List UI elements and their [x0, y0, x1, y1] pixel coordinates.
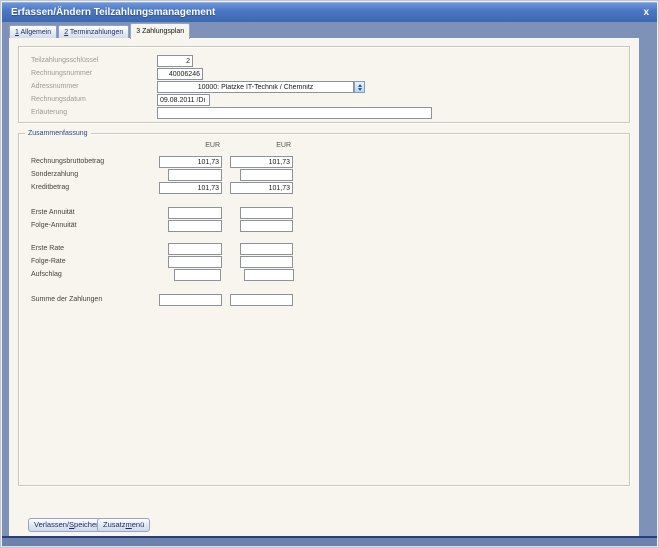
- rechnungsnummer-label: Rechnungsnummer: [31, 70, 93, 77]
- summary-row: Erste Annuität: [19, 207, 629, 220]
- zusammenfassung-group: Zusammenfassung EUR EUR Rechnungsbruttob…: [18, 129, 630, 486]
- sonderzahlung-label: Sonderzahlung: [31, 171, 79, 178]
- summe-der-zahlungen-input-col2[interactable]: [230, 294, 293, 306]
- form-row: Adressnummer: [19, 81, 629, 94]
- zusatzmenu-button[interactable]: Zusatzmenü: [97, 518, 151, 532]
- window-frame: 1 Allgemein 2 Terminzahlungen 3 Zahlungs…: [2, 22, 657, 536]
- summary-row: Sonderzahlung: [19, 169, 629, 182]
- tab-allgemein[interactable]: 1 Allgemein: [9, 25, 58, 39]
- adressnummer-input[interactable]: [157, 81, 354, 93]
- aufschlag-input-col1[interactable]: [174, 269, 221, 281]
- summary-row: Summe der Zahlungen: [19, 294, 629, 307]
- dialog-window: Erfassen/Ändern Teilzahlungsmanagement x…: [0, 0, 659, 548]
- tab-allgemein-label: Allgemein: [18, 29, 52, 36]
- erste-rate-input-col1[interactable]: [168, 243, 222, 255]
- rechnungsbruttobetrag-input-col1[interactable]: [159, 156, 222, 168]
- folge-rate-input-col1[interactable]: [168, 256, 222, 268]
- kreditbetrag-input-col2[interactable]: [230, 182, 293, 194]
- window-bottom-edge: [2, 536, 657, 546]
- button-row: Verlassen/Speichern Zusatzmenü: [9, 518, 639, 534]
- form-row: Teilzahlungsschlüssel: [19, 55, 629, 68]
- summary-row: Folge-Annuität: [19, 220, 629, 233]
- summe-der-zahlungen-label: Summe der Zahlungen: [31, 296, 103, 303]
- folge-annuitaet-input-col2[interactable]: [240, 220, 293, 232]
- tab-zahlungsplan-label: Zahlungsplan: [140, 28, 185, 35]
- rechnungsnummer-input[interactable]: [157, 68, 203, 80]
- summary-row: Aufschlag: [19, 269, 629, 282]
- sonderzahlung-input-col2[interactable]: [240, 169, 293, 181]
- kreditbetrag-input-col1[interactable]: [159, 182, 222, 194]
- currency-header-col2: EUR: [276, 142, 291, 149]
- erste-annuitaet-input-col2[interactable]: [240, 207, 293, 219]
- title-bar[interactable]: Erfassen/Ändern Teilzahlungsmanagement x: [2, 2, 657, 22]
- erste-rate-label: Erste Rate: [31, 245, 65, 252]
- currency-header-col1: EUR: [205, 142, 220, 149]
- tab-zahlungsplan[interactable]: 3 Zahlungsplan: [130, 23, 191, 39]
- button-label-part: Verlassen/: [34, 520, 70, 529]
- window-title: Erfassen/Ändern Teilzahlungsmanagement: [11, 7, 216, 18]
- spinner-up-icon: [357, 84, 362, 87]
- aufschlag-input-col2[interactable]: [244, 269, 294, 281]
- kreditbetrag-label: Kreditbetrag: [31, 184, 70, 191]
- adressnummer-label: Adressnummer: [31, 83, 79, 90]
- rechnungsdatum-input[interactable]: [157, 94, 210, 106]
- folge-annuitaet-label: Folge-Annuität: [31, 222, 77, 229]
- sonderzahlung-input-col1[interactable]: [168, 169, 222, 181]
- folge-rate-input-col2[interactable]: [240, 256, 293, 268]
- close-icon[interactable]: x: [643, 3, 649, 22]
- rechnungsdatum-label: Rechnungsdatum: [31, 96, 86, 103]
- rechnungsbruttobetrag-input-col2[interactable]: [230, 156, 293, 168]
- tab-terminzahlungen[interactable]: 2 Terminzahlungen: [58, 25, 130, 39]
- spinner-down-icon: [357, 88, 362, 91]
- form-row: Rechnungsdatum: [19, 94, 629, 107]
- summary-row: Kreditbetrag: [19, 182, 629, 195]
- zusammenfassung-legend: Zusammenfassung: [25, 129, 91, 138]
- currency-header-row: EUR EUR: [19, 142, 629, 155]
- teilzahlungsschluessel-label: Teilzahlungsschlüssel: [31, 57, 99, 64]
- teilzahlungsschluessel-input[interactable]: [157, 55, 193, 67]
- erste-annuitaet-input-col1[interactable]: [168, 207, 222, 219]
- tab-strip: 1 Allgemein 2 Terminzahlungen 3 Zahlungs…: [9, 23, 191, 39]
- folge-rate-label: Folge-Rate: [31, 258, 66, 265]
- aufschlag-label: Aufschlag: [31, 271, 62, 278]
- tab-page-zahlungsplan: Teilzahlungsschlüssel Rechnungsnummer Ad…: [9, 38, 639, 536]
- summe-der-zahlungen-input-col1[interactable]: [159, 294, 222, 306]
- adressnummer-spinner[interactable]: [354, 81, 365, 93]
- erlaeuterung-label: Erläuterung: [31, 109, 68, 116]
- erste-rate-input-col2[interactable]: [240, 243, 293, 255]
- erste-annuitaet-label: Erste Annuität: [31, 209, 75, 216]
- summary-row: Rechnungsbruttobetrag: [19, 156, 629, 169]
- invoice-group: Teilzahlungsschlüssel Rechnungsnummer Ad…: [18, 46, 630, 123]
- erlaeuterung-input[interactable]: [157, 107, 432, 119]
- form-row: Rechnungsnummer: [19, 68, 629, 81]
- rechnungsbruttobetrag-label: Rechnungsbruttobetrag: [31, 158, 105, 165]
- summary-row: Erste Rate: [19, 243, 629, 256]
- folge-annuitaet-input-col1[interactable]: [168, 220, 222, 232]
- button-label-part: Zusatz: [103, 520, 126, 529]
- tab-terminzahlungen-label: Terminzahlungen: [68, 29, 124, 36]
- button-label-part: enü: [131, 520, 145, 529]
- summary-row: Folge-Rate: [19, 256, 629, 269]
- form-row: Erläuterung: [19, 107, 629, 120]
